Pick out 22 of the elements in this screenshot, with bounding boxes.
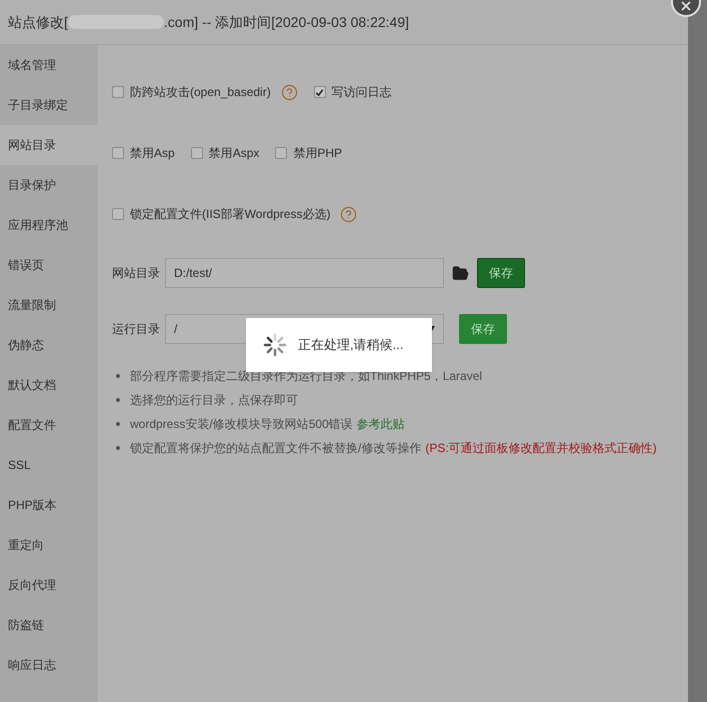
field-label: 运行目录 xyxy=(112,321,161,338)
save-button[interactable]: 保存 xyxy=(459,314,507,344)
checkbox-label: 禁用Asp xyxy=(130,145,175,162)
sidebar-item[interactable]: 网站目录 xyxy=(0,125,98,165)
window-title-prefix: 站点修改[ xyxy=(8,12,68,32)
tip-text: 锁定配置将保护您的站点配置文件不被替换/修改等操作 xyxy=(130,440,422,457)
checkbox-label: 禁用PHP xyxy=(293,145,342,162)
warning-note: (PS:可通过面板修改配置并校验格式正确性) xyxy=(425,440,657,457)
input-field[interactable]: D:/test/ xyxy=(165,258,444,288)
checkbox-label: 防跨站攻击(open_basedir) xyxy=(130,84,271,101)
tip-text: wordpress安装/修改模块导致网站500错误 xyxy=(130,416,353,433)
tip-text: 选择您的运行目录，点保存即可 xyxy=(130,392,298,409)
checkbox-label: 写访问日志 xyxy=(332,84,392,101)
field-label: 网站目录 xyxy=(112,265,161,282)
window-title-suffix: .com] -- 添加时间[2020-09-03 08:22:49] xyxy=(164,12,409,32)
checkbox-label: 禁用Aspx xyxy=(208,145,260,162)
checkbox-label: 锁定配置文件(IIS部署Wordpress必选) xyxy=(130,206,330,223)
field-value: / xyxy=(174,321,178,338)
save-button[interactable]: 保存 xyxy=(477,258,525,288)
loading-text: 正在处理,请稍候... xyxy=(298,336,404,354)
reference-link[interactable]: 参考此贴 xyxy=(356,415,405,433)
field-value: D:/test/ xyxy=(174,265,212,282)
